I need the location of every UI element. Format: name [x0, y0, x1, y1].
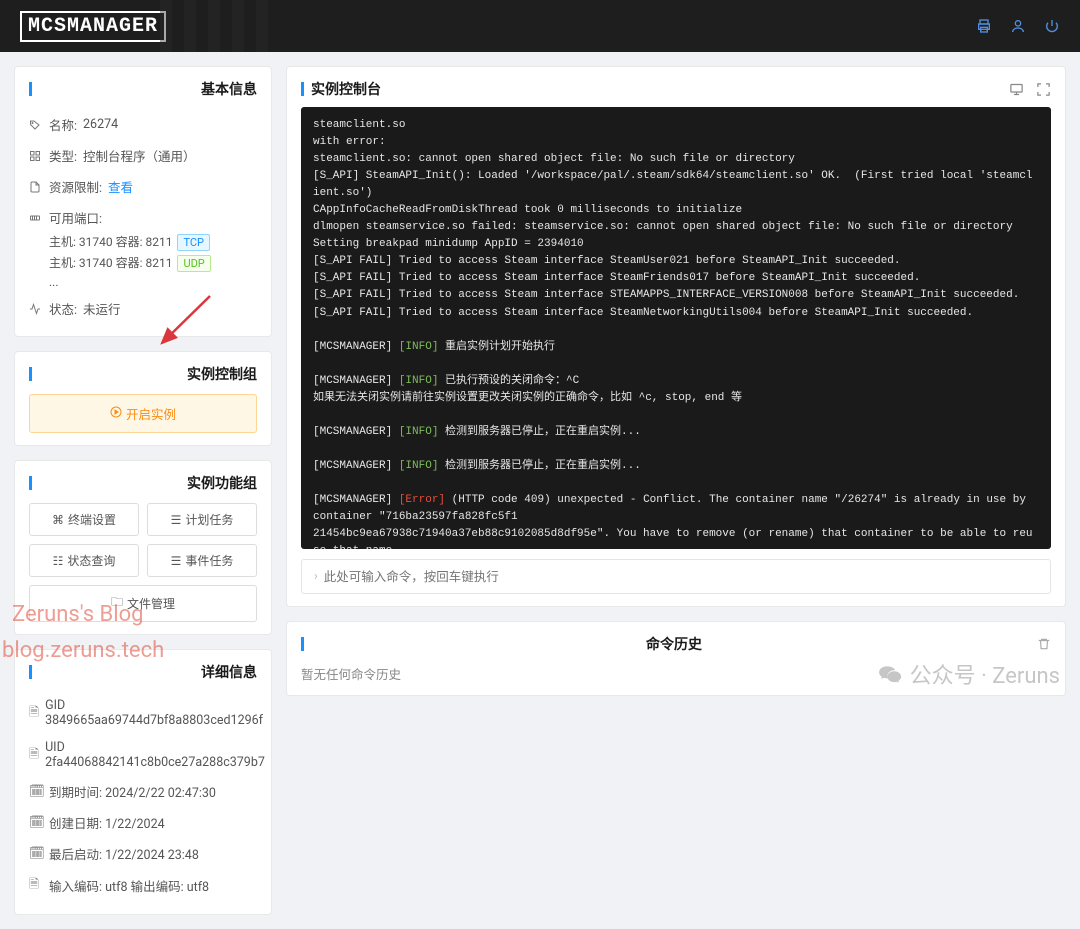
- terminal-settings-button[interactable]: ⌘终端设置: [29, 503, 139, 536]
- top-header: MCSMANAGER: [0, 0, 1080, 52]
- console-title: 实例控制台: [311, 79, 381, 99]
- doc-icon: [29, 181, 43, 193]
- id-icon: 🗎: [29, 703, 39, 724]
- history-title: 命令历史: [646, 634, 702, 654]
- control-group-title: 实例控制组: [187, 364, 257, 384]
- history-card: 命令历史 暂无任何命令历史: [286, 621, 1066, 696]
- event-icon: ☰: [171, 554, 182, 568]
- resource-view-link[interactable]: 查看: [108, 177, 133, 196]
- status-row: 状态: 未运行: [29, 293, 257, 324]
- uid-row: 🗎UID 2fa44068842141c8b0ce27a288c379b7: [29, 734, 257, 776]
- ports-row: 可用端口:: [29, 202, 257, 233]
- clock-icon: 🗓: [29, 815, 43, 830]
- grid-icon: [29, 150, 43, 162]
- detail-title: 详细信息: [201, 662, 257, 682]
- user-icon[interactable]: [1010, 18, 1026, 34]
- code-icon: 🗎: [29, 875, 43, 896]
- chevron-right-icon: ›: [314, 569, 318, 584]
- header-actions: [976, 18, 1060, 34]
- play-icon: [110, 406, 122, 422]
- detail-info-card: 详细信息 🗎GID 3849665aa69744d7bf8a8803ced129…: [14, 649, 272, 915]
- port-icon: [29, 212, 43, 224]
- port-more: ...: [29, 275, 257, 289]
- start-instance-button[interactable]: 开启实例: [29, 394, 257, 433]
- func-group-card: 实例功能组 ⌘终端设置 ☰计划任务 ☷状态查询 ☰事件任务 🗀文件管理: [14, 460, 272, 635]
- func-group-title: 实例功能组: [187, 473, 257, 493]
- file-manage-button[interactable]: 🗀文件管理: [29, 585, 257, 622]
- control-group-card: 实例控制组 开启实例: [14, 351, 272, 446]
- list-icon: ☷: [53, 554, 64, 568]
- monitor-icon[interactable]: [1009, 82, 1024, 97]
- clock-icon: 🗓: [29, 784, 43, 799]
- folder-icon: 🗀: [111, 593, 123, 614]
- clock-icon: 🗓: [29, 846, 43, 861]
- header-decoration: [160, 0, 280, 52]
- activity-icon: [29, 303, 43, 315]
- expire-row: 🗓到期时间: 2024/2/22 02:47:30: [29, 776, 257, 807]
- trash-icon[interactable]: [1037, 637, 1051, 651]
- tag-icon: [29, 119, 43, 131]
- tcp-tag: TCP: [177, 234, 210, 251]
- terminal-output[interactable]: steamclient.sowith error:steamclient.so:…: [301, 107, 1051, 549]
- type-row: 类型: 控制台程序（通用）: [29, 140, 257, 171]
- print-icon[interactable]: [976, 18, 992, 34]
- create-row: 🗓创建日期: 1/22/2024: [29, 807, 257, 838]
- console-card: 实例控制台 steamclient.sowith error:steamclie…: [286, 66, 1066, 607]
- udp-tag: UDP: [177, 255, 210, 272]
- gid-row: 🗎GID 3849665aa69744d7bf8a8803ced1296f: [29, 692, 257, 734]
- resource-row: 资源限制: 查看: [29, 171, 257, 202]
- event-tasks-button[interactable]: ☰事件任务: [147, 544, 257, 577]
- encoding-row: 🗎输入编码: utf8 输出编码: utf8: [29, 869, 257, 902]
- command-input[interactable]: [324, 570, 1038, 584]
- logo[interactable]: MCSMANAGER: [20, 11, 166, 42]
- schedule-tasks-button[interactable]: ☰计划任务: [147, 503, 257, 536]
- port-line-2: 主机: 31740 容器: 8211UDP: [29, 254, 257, 271]
- terminal-icon: ⌘: [52, 513, 64, 527]
- port-line-1: 主机: 31740 容器: 8211TCP: [29, 233, 257, 250]
- id-icon: 🗎: [29, 745, 39, 766]
- status-query-button[interactable]: ☷状态查询: [29, 544, 139, 577]
- basic-info-title: 基本信息: [201, 79, 257, 99]
- name-row: 名称: 26274: [29, 109, 257, 140]
- fullscreen-icon[interactable]: [1036, 82, 1051, 97]
- history-empty-text: 暂无任何命令历史: [301, 664, 1051, 683]
- calendar-icon: ☰: [171, 513, 182, 527]
- laststart-row: 🗓最后启动: 1/22/2024 23:48: [29, 838, 257, 869]
- power-icon[interactable]: [1044, 18, 1060, 34]
- command-input-wrapper[interactable]: ›: [301, 559, 1051, 594]
- basic-info-card: 基本信息 名称: 26274 类型: 控制台程序（通用） 资源限制: 查看 可用…: [14, 66, 272, 337]
